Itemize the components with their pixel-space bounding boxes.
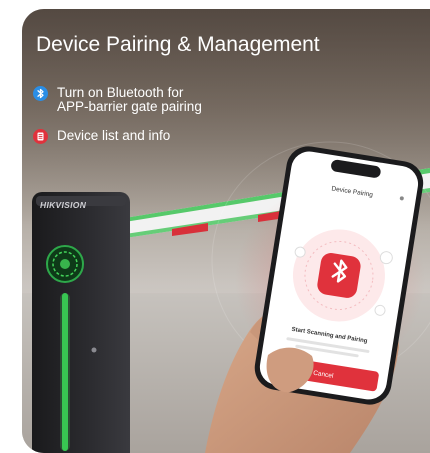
barrier-gate-post — [32, 192, 130, 453]
feature-device-list-label: Device list and info — [57, 128, 171, 143]
bluetooth-icon — [33, 86, 48, 101]
page-title: Device Pairing & Management — [36, 33, 320, 56]
brand-logo-text: HIKVISION — [40, 200, 87, 210]
product-scene: Device Pairing Start Scanning and Pairin… — [32, 141, 430, 453]
feature-bluetooth-label-line2: APP-barrier gate pairing — [57, 99, 202, 114]
feature-device-list: Device list and info — [33, 129, 170, 144]
device-list-icon — [33, 129, 48, 144]
bluetooth-pairing-icon — [317, 253, 361, 298]
feature-bluetooth-pairing: Turn on Bluetooth for APP-barrier gate p… — [33, 86, 202, 114]
feature-bluetooth-label: Turn on Bluetooth for — [57, 85, 184, 100]
